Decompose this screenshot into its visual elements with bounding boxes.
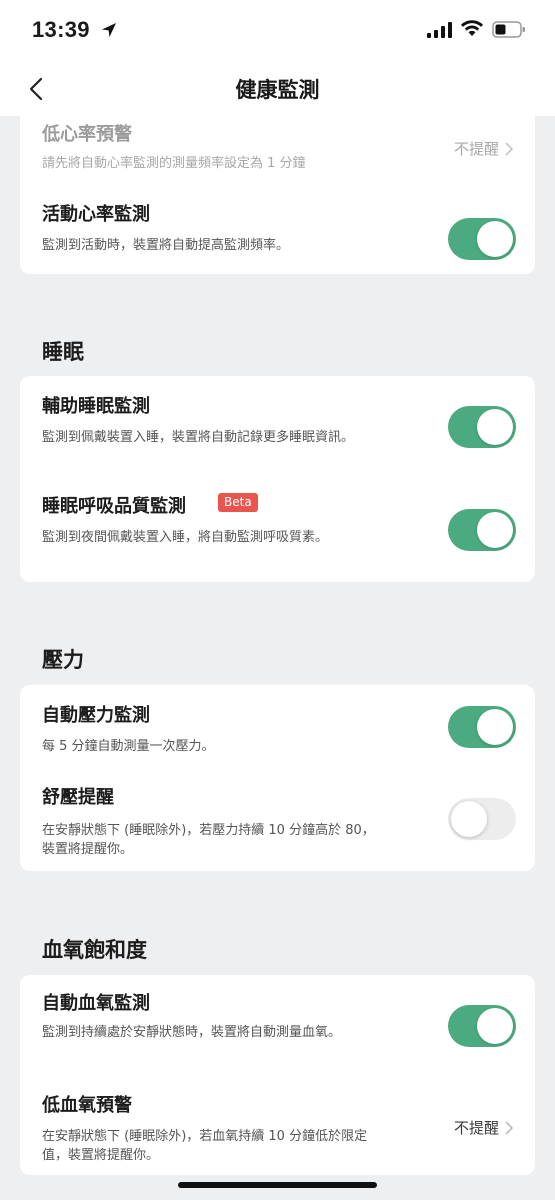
- relax-reminder-title: 舒壓提醒: [42, 787, 114, 808]
- low-heart-rate-row[interactable]: 低心率預警 請先將自動心率監測的測量頻率設定為 1 分鐘 不提醒: [20, 116, 535, 184]
- activity-heart-rate-title: 活動心率監測: [42, 204, 150, 225]
- assisted-sleep-title: 輔助睡眠監測: [42, 396, 150, 417]
- sleep-card: 輔助睡眠監測 監測到佩戴裝置入睡，裝置將自動記錄更多睡眠資訊。 睡眠呼吸品質監測…: [20, 376, 535, 582]
- page-title: 健康監測: [235, 78, 320, 102]
- heart-rate-card: 低心率預警 請先將自動心率監測的測量頻率設定為 1 分鐘 不提醒 活動心率監測 …: [20, 116, 535, 274]
- chevron-right-icon: [505, 141, 513, 156]
- assisted-sleep-desc: 監測到佩戴裝置入睡，裝置將自動記錄更多睡眠資訊。: [42, 430, 355, 445]
- signal-icon: [427, 22, 452, 38]
- beta-badge: Beta: [218, 493, 258, 512]
- wifi-icon: [461, 20, 483, 36]
- sleep-section-header: 睡眠: [42, 340, 84, 364]
- navigation-bar: 健康監測: [0, 62, 555, 116]
- auto-stress-desc: 每 5 分鐘自動測量一次壓力。: [42, 739, 215, 754]
- toggle-knob: [477, 221, 513, 257]
- home-indicator[interactable]: [178, 1182, 377, 1188]
- sleep-breathing-row: 睡眠呼吸品質監測 Beta 監測到夜間佩戴裝置入睡，將自動監測呼吸質素。: [20, 476, 535, 582]
- stress-section-header: 壓力: [42, 648, 84, 672]
- auto-stress-row: 自動壓力監測 每 5 分鐘自動測量一次壓力。: [20, 685, 535, 769]
- toggle-knob: [477, 709, 513, 745]
- activity-heart-rate-toggle[interactable]: [448, 218, 516, 260]
- toggle-knob: [477, 409, 513, 445]
- relax-reminder-toggle[interactable]: [448, 798, 516, 840]
- sleep-breathing-toggle[interactable]: [448, 509, 516, 551]
- sleep-breathing-title: 睡眠呼吸品質監測: [42, 496, 186, 517]
- stress-card: 自動壓力監測 每 5 分鐘自動測量一次壓力。 舒壓提醒 在安靜狀態下 (睡眠除外…: [20, 685, 535, 871]
- activity-heart-rate-row: 活動心率監測 監測到活動時，裝置將自動提高監測頻率。: [20, 184, 535, 274]
- status-time: 13:39: [32, 17, 90, 42]
- low-heart-rate-value-text: 不提醒: [453, 140, 499, 158]
- low-heart-rate-title: 低心率預警: [42, 124, 132, 145]
- auto-spo2-row: 自動血氧監測 監測到持續處於安靜狀態時，裝置將自動測量血氧。: [20, 975, 535, 1075]
- low-heart-rate-value[interactable]: 不提醒: [454, 138, 513, 159]
- auto-spo2-desc: 監測到持續處於安靜狀態時，裝置將自動測量血氧。: [42, 1025, 342, 1040]
- low-spo2-value[interactable]: 不提醒: [454, 1117, 513, 1138]
- low-heart-rate-desc: 請先將自動心率監測的測量頻率設定為 1 分鐘: [42, 156, 306, 171]
- battery-icon: [492, 21, 525, 38]
- low-spo2-row[interactable]: 低血氧預警 在安靜狀態下 (睡眠除外)，若血氧持續 10 分鐘低於限定值，裝置將…: [20, 1075, 535, 1175]
- auto-stress-title: 自動壓力監測: [42, 705, 150, 726]
- spo2-card: 自動血氧監測 監測到持續處於安靜狀態時，裝置將自動測量血氧。 低血氧預警 在安靜…: [20, 975, 535, 1175]
- assisted-sleep-toggle[interactable]: [448, 406, 516, 448]
- auto-stress-toggle[interactable]: [448, 706, 516, 748]
- low-spo2-title: 低血氧預警: [42, 1095, 132, 1116]
- toggle-knob: [477, 1008, 513, 1044]
- low-spo2-desc: 在安靜狀態下 (睡眠除外)，若血氧持續 10 分鐘低於限定值，裝置將提醒你。: [42, 1129, 368, 1163]
- assisted-sleep-row: 輔助睡眠監測 監測到佩戴裝置入睡，裝置將自動記錄更多睡眠資訊。: [20, 376, 535, 476]
- status-bar: 13:39: [0, 0, 555, 62]
- spo2-section-header: 血氧飽和度: [42, 938, 147, 962]
- location-arrow-icon: [102, 23, 116, 37]
- activity-heart-rate-desc: 監測到活動時，裝置將自動提高監測頻率。: [42, 238, 290, 253]
- low-spo2-value-text: 不提醒: [453, 1119, 499, 1137]
- sleep-breathing-desc: 監測到夜間佩戴裝置入睡，將自動監測呼吸質素。: [42, 530, 329, 545]
- relax-reminder-desc: 在安靜狀態下 (睡眠除外)，若壓力持續 10 分鐘高於 80，裝置將提醒你。: [42, 823, 375, 857]
- toggle-knob: [477, 512, 513, 548]
- relax-reminder-row: 舒壓提醒 在安靜狀態下 (睡眠除外)，若壓力持續 10 分鐘高於 80，裝置將提…: [20, 769, 535, 871]
- toggle-knob: [451, 801, 487, 837]
- auto-spo2-title: 自動血氧監測: [42, 993, 150, 1014]
- chevron-right-icon: [505, 1120, 513, 1135]
- auto-spo2-toggle[interactable]: [448, 1005, 516, 1047]
- settings-scroll[interactable]: 低心率預警 請先將自動心率監測的測量頻率設定為 1 分鐘 不提醒 活動心率監測 …: [0, 116, 555, 1200]
